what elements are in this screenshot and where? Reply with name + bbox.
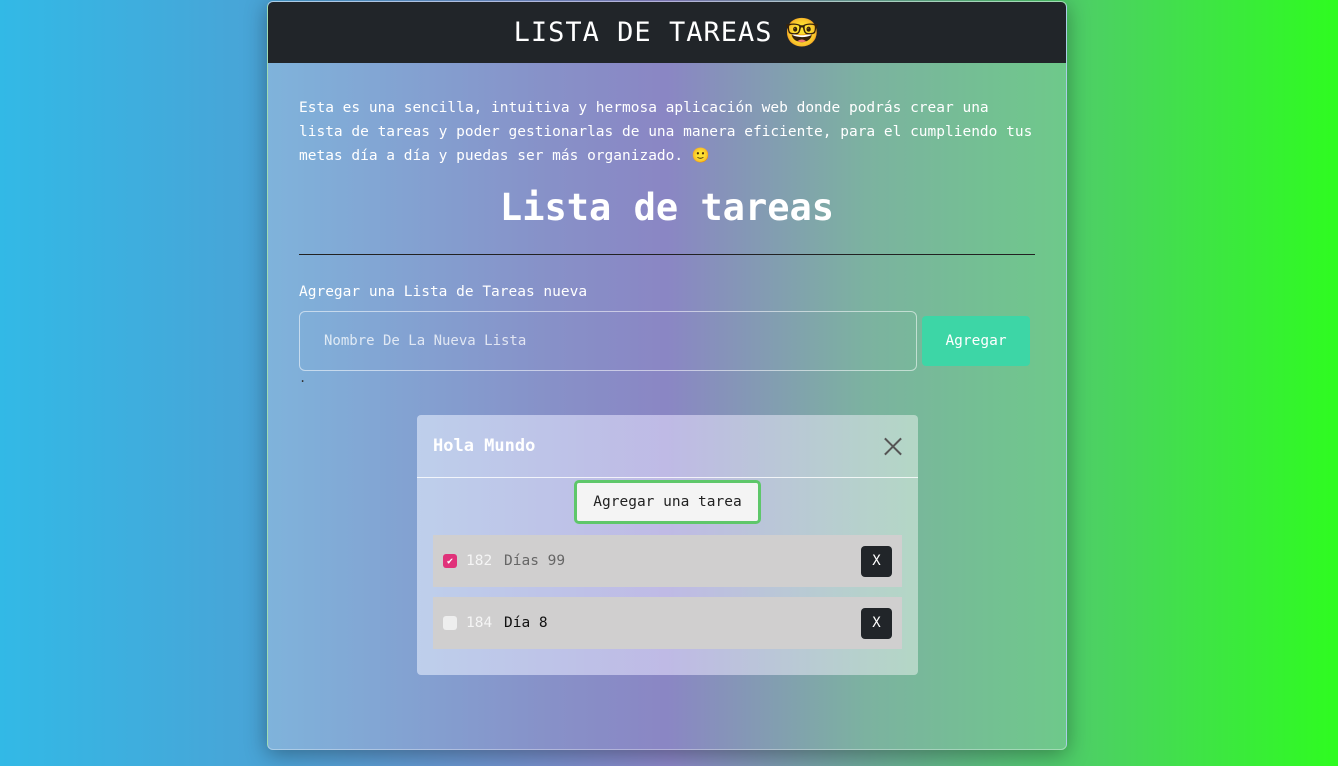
new-list-input[interactable] [299,311,917,371]
task-text: Día 8 [504,615,548,631]
main-content: Esta es una sencilla, intuitiva y hermos… [268,96,1066,385]
new-list-label: Agregar una Lista de Tareas nueva [299,284,588,300]
task-id: 184 [466,615,493,631]
app-header: LISTA DE TAREAS 🤓 [268,2,1066,63]
card-header: Hola Mundo [417,415,918,478]
page-title: Lista de tareas [499,186,835,229]
task-list-card: Hola Mundo Agregar una tarea ✔ 182 Días … [417,415,918,675]
status-dot: . [299,371,307,385]
task-checkbox[interactable] [443,616,457,630]
list-title: Hola Mundo [433,436,536,456]
add-list-button[interactable]: Agregar [922,316,1030,366]
task-id: 182 [466,553,493,569]
task-text: Días 99 [504,553,566,569]
task-item: 184 Día 8 X [433,597,902,649]
task-item: ✔ 182 Días 99 X [433,535,902,587]
nerd-face-icon: 🤓 [784,16,821,49]
divider [299,254,1035,255]
close-icon[interactable] [882,435,904,457]
app-window: LISTA DE TAREAS 🤓 Esta es una sencilla, … [267,1,1067,750]
task-checkbox[interactable]: ✔ [443,554,457,568]
new-list-form: Agregar [299,311,1035,371]
app-title: LISTA DE TAREAS [513,17,773,48]
check-icon: ✔ [446,555,454,567]
intro-text: Esta es una sencilla, intuitiva y hermos… [299,100,1033,164]
delete-task-button[interactable]: X [861,607,892,639]
delete-task-button[interactable]: X [861,545,892,577]
add-task-button[interactable]: Agregar una tarea [574,480,761,524]
add-task-wrap: Agregar una tarea [417,480,918,524]
